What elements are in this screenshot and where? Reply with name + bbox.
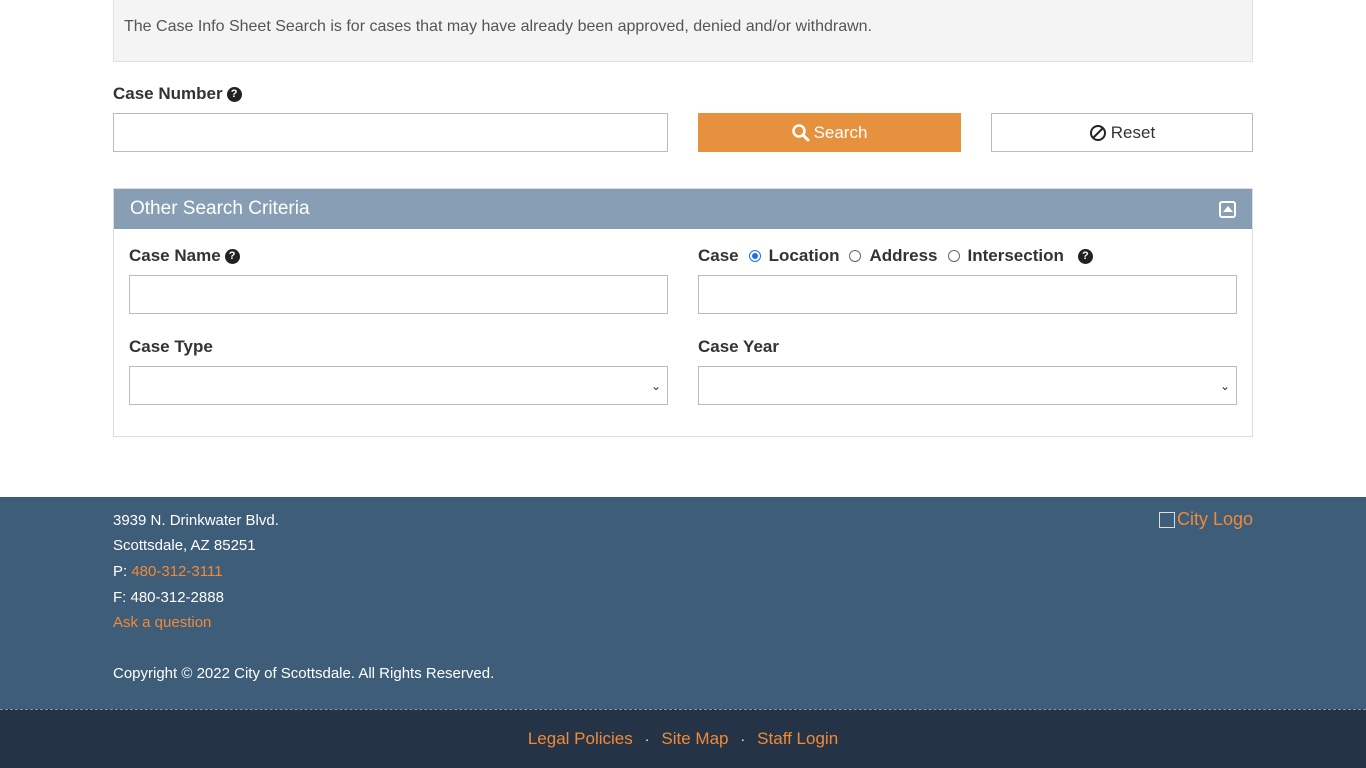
search-button[interactable]: Search <box>698 113 961 152</box>
intersection-radio-label: Intersection <box>967 246 1064 265</box>
staff-login-link[interactable]: Staff Login <box>757 729 838 749</box>
footer-copyright: Copyright © 2022 City of Scottsdale. All… <box>113 665 495 682</box>
broken-image-icon <box>1158 511 1175 528</box>
case-number-label-text: Case Number <box>113 84 223 103</box>
case-location-prefix: Case <box>698 246 739 265</box>
separator: · <box>740 731 746 747</box>
case-year-label: Case Year <box>698 337 779 357</box>
reset-button-label: Reset <box>1110 122 1156 142</box>
info-text: The Case Info Sheet Search is for cases … <box>124 18 872 35</box>
ask-question-link[interactable]: Ask a question <box>113 614 211 631</box>
question-circle-icon[interactable]: ? <box>226 86 242 102</box>
info-box: The Case Info Sheet Search is for cases … <box>113 0 1253 62</box>
case-year-select[interactable]: ⌄ <box>698 366 1237 405</box>
footer-address-line1: 3939 N. Drinkwater Blvd. <box>113 512 279 529</box>
footer: 3939 N. Drinkwater Blvd. Scottsdale, AZ … <box>0 497 1366 709</box>
location-radio[interactable] <box>748 250 761 262</box>
case-location-label: Case Location Address Intersection ? <box>698 246 1093 266</box>
footer-phone-prefix: P: <box>113 563 132 580</box>
case-type-select[interactable]: ⌄ <box>129 366 668 405</box>
ban-icon <box>1089 124 1106 141</box>
case-name-label: Case Name ? <box>129 246 240 266</box>
separator: · <box>644 731 650 747</box>
reset-button[interactable]: Reset <box>991 113 1253 152</box>
bottom-links-bar: Legal Policies · Site Map · Staff Login <box>0 709 1366 768</box>
case-type-label-text: Case Type <box>129 337 213 356</box>
footer-phone-link[interactable]: 480-312-3111 <box>131 563 222 580</box>
case-type-label: Case Type <box>129 337 213 357</box>
location-radio-label: Location <box>768 246 840 265</box>
site-map-link[interactable]: Site Map <box>661 729 728 749</box>
search-button-label: Search <box>813 122 868 142</box>
address-radio[interactable] <box>849 250 862 262</box>
question-circle-icon[interactable]: ? <box>1077 248 1093 264</box>
case-year-label-text: Case Year <box>698 337 779 356</box>
case-name-label-text: Case Name <box>129 246 221 265</box>
city-logo[interactable]: City Logo <box>1158 509 1253 530</box>
panel-title: Other Search Criteria <box>130 198 310 219</box>
chevron-down-icon: ⌄ <box>650 379 661 393</box>
case-name-input[interactable] <box>129 275 668 314</box>
chevron-down-icon: ⌄ <box>1219 379 1230 393</box>
city-logo-alt[interactable]: City Logo <box>1177 509 1253 530</box>
case-number-input[interactable] <box>113 113 668 152</box>
question-circle-icon[interactable]: ? <box>224 248 240 264</box>
intersection-radio[interactable] <box>947 250 960 262</box>
address-radio-label: Address <box>869 246 938 265</box>
legal-policies-link[interactable]: Legal Policies <box>528 729 633 749</box>
case-number-label: Case Number ? <box>113 84 242 104</box>
panel-header[interactable]: Other Search Criteria <box>114 189 1252 229</box>
footer-phone-line: P: 480-312-3111 <box>113 563 223 580</box>
collapse-icon[interactable] <box>1219 200 1236 218</box>
footer-fax: F: 480-312-2888 <box>113 589 224 606</box>
search-icon <box>791 123 810 141</box>
footer-address-line2: Scottsdale, AZ 85251 <box>113 537 256 554</box>
case-location-input[interactable] <box>698 275 1237 314</box>
